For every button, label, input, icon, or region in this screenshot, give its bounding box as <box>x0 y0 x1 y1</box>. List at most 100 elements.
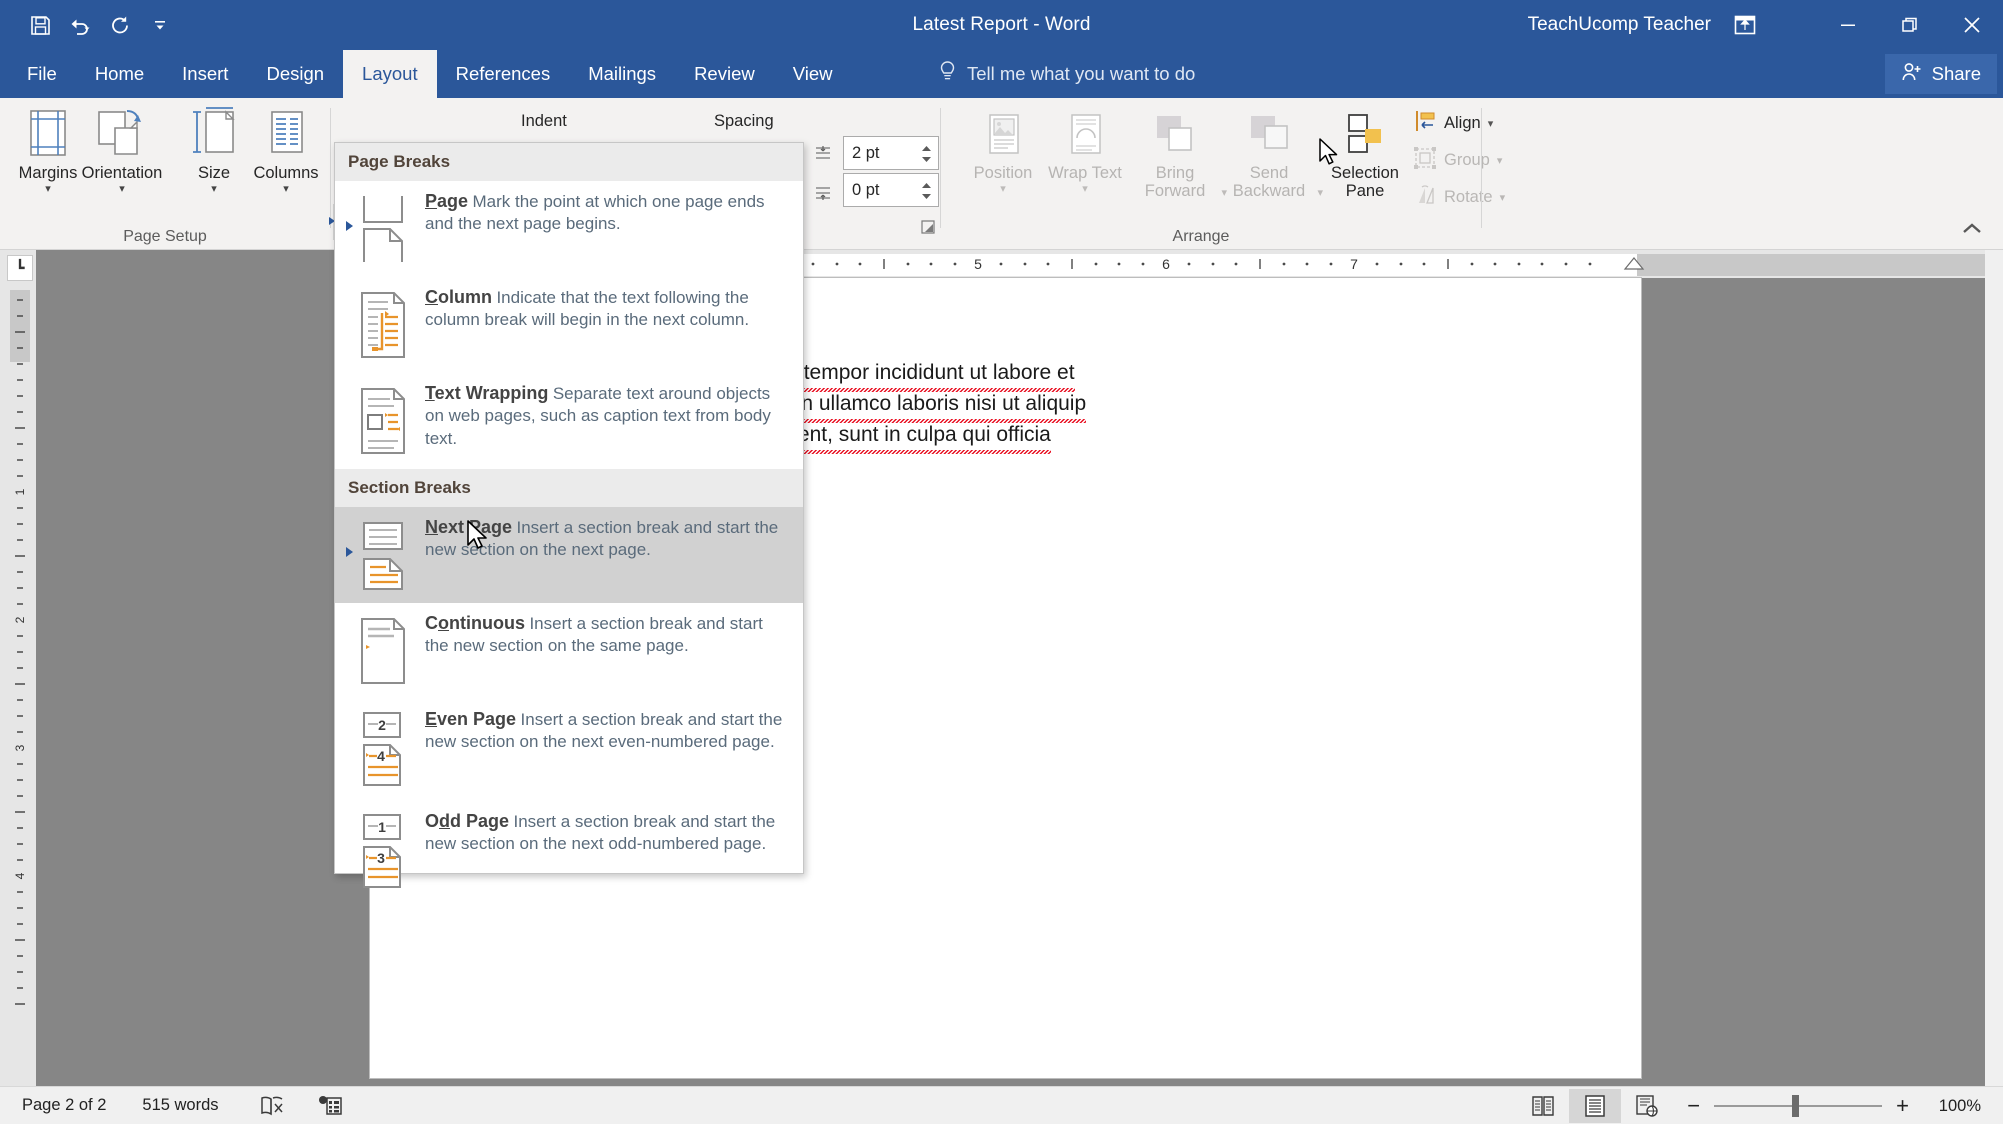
rotate-button[interactable]: Rotate ▾ <box>1407 182 1511 212</box>
svg-text:3: 3 <box>13 744 27 751</box>
orientation-icon <box>93 104 151 160</box>
page-break-icon <box>347 191 419 265</box>
zoom-slider[interactable] <box>1714 1089 1882 1123</box>
orientation-button[interactable]: Orientation ▾ <box>76 104 168 216</box>
selection-pane-button[interactable]: Selection Pane <box>1319 104 1411 216</box>
menu-item-even-page[interactable]: 2 4 Even Page Insert a section break and… <box>335 699 803 801</box>
menu-item-page-desc: Mark the point at which one page ends an… <box>425 192 765 233</box>
paragraph-dialog-launcher[interactable] <box>919 218 939 238</box>
continuous-break-icon <box>347 613 419 687</box>
bring-forward-label: Bring Forward <box>1129 165 1221 201</box>
macro-recording-icon[interactable] <box>299 1087 357 1124</box>
tab-insert[interactable]: Insert <box>163 50 247 98</box>
group-icon <box>1413 146 1437 175</box>
spacing-after-input[interactable]: 0 pt <box>843 173 939 207</box>
vertical-scrollbar[interactable] <box>1985 250 2003 1086</box>
minimize-button[interactable] <box>1817 0 1879 50</box>
columns-label: Columns <box>253 165 318 183</box>
rotate-label: Rotate <box>1444 188 1493 207</box>
columns-icon <box>262 104 310 160</box>
spacing-after-value: 0 pt <box>844 181 880 200</box>
next-page-break-icon <box>347 517 419 591</box>
spacing-before-input[interactable]: 2 pt <box>843 136 939 170</box>
zoom-in-button[interactable]: + <box>1882 1087 1923 1124</box>
svg-text:2: 2 <box>378 717 386 733</box>
orientation-caret-icon[interactable]: ▾ <box>119 184 125 196</box>
section-breaks-section-header: Section Breaks <box>335 469 803 507</box>
spacing-header: Spacing <box>714 112 774 131</box>
word-count[interactable]: 515 words <box>120 1087 232 1124</box>
position-button[interactable]: Position ▾ <box>957 104 1049 216</box>
ribbon-tabs: File Home Insert Design Layout Reference… <box>8 50 852 98</box>
svg-text:1: 1 <box>13 488 27 495</box>
tell-me-box[interactable]: Tell me what you want to do <box>938 50 1195 98</box>
group-caret-icon[interactable]: ▾ <box>1497 154 1503 167</box>
tab-review[interactable]: Review <box>675 50 774 98</box>
send-backward-button[interactable]: Send Backward ▾ <box>1223 104 1315 216</box>
margins-label: Margins <box>19 165 78 183</box>
menu-item-next-page[interactable]: Next Page Insert a section break and sta… <box>335 507 803 603</box>
columns-caret-icon[interactable]: ▾ <box>283 184 289 196</box>
rotate-caret-icon[interactable]: ▾ <box>1500 191 1506 204</box>
proofing-errors-icon[interactable] <box>233 1087 299 1124</box>
page-breaks-section-header: Page Breaks <box>335 143 803 181</box>
wrap-text-button[interactable]: Wrap Text ▾ <box>1039 104 1131 216</box>
columns-button[interactable]: Columns ▾ <box>240 104 332 216</box>
align-caret-icon[interactable]: ▾ <box>1488 117 1494 130</box>
print-layout-icon[interactable] <box>1569 1089 1621 1123</box>
page-bullet-icon <box>346 221 353 231</box>
zoom-level[interactable]: 100% <box>1923 1097 2003 1116</box>
menu-item-page[interactable]: Page Mark the point at which one page en… <box>335 181 803 277</box>
bring-forward-button[interactable]: Bring Forward ▾ <box>1129 104 1221 216</box>
next-page-bullet-icon <box>346 547 353 557</box>
page-indicator[interactable]: Page 2 of 2 <box>0 1087 120 1124</box>
zoom-slider-thumb[interactable] <box>1792 1095 1799 1117</box>
svg-text:3: 3 <box>377 850 385 866</box>
menu-item-even-page-title: Even Page <box>425 709 516 729</box>
wrap-text-caret-icon[interactable]: ▾ <box>1082 184 1088 196</box>
menu-item-text-wrapping-title: Text Wrapping <box>425 383 548 403</box>
web-layout-icon[interactable] <box>1621 1089 1673 1123</box>
menu-item-column[interactable]: Column Indicate that the text following … <box>335 277 803 373</box>
menu-item-odd-page[interactable]: 1 3 Odd Page Insert a section break and … <box>335 801 803 903</box>
align-label: Align <box>1444 114 1481 133</box>
close-button[interactable] <box>1941 0 2003 50</box>
group-button[interactable]: Group ▾ <box>1407 145 1508 175</box>
tab-view[interactable]: View <box>774 50 852 98</box>
send-backward-label: Send Backward <box>1223 165 1315 201</box>
align-button[interactable]: Align ▾ <box>1407 108 1499 138</box>
menu-item-text-wrapping[interactable]: Text Wrapping Separate text around objec… <box>335 373 803 469</box>
zoom-out-button[interactable]: − <box>1673 1087 1714 1124</box>
tab-design[interactable]: Design <box>247 50 343 98</box>
selection-pane-label: Selection Pane <box>1319 165 1411 201</box>
menu-item-page-title: Page <box>425 191 468 211</box>
collapse-ribbon-button[interactable] <box>1955 215 1989 243</box>
tab-stop-selector-button[interactable]: ┗ <box>7 255 33 281</box>
spacing-after-icon <box>813 182 833 207</box>
text-wrapping-break-icon <box>347 383 419 457</box>
tab-layout[interactable]: Layout <box>343 50 437 98</box>
ribbon: Margins ▾ Orientation ▾ Size ▾ <box>0 98 2003 250</box>
account-name[interactable]: TeachUcomp Teacher <box>1528 0 1711 50</box>
vertical-ruler[interactable]: 1 2 3 4 <box>10 290 30 1050</box>
size-icon <box>189 104 239 160</box>
tab-home[interactable]: Home <box>76 50 163 98</box>
margins-caret-icon[interactable]: ▾ <box>45 184 51 196</box>
position-caret-icon[interactable]: ▾ <box>1000 184 1006 196</box>
size-caret-icon[interactable]: ▾ <box>211 184 217 196</box>
wrap-text-label: Wrap Text <box>1048 165 1122 183</box>
maximize-restore-button[interactable] <box>1879 0 1941 50</box>
share-label: Share <box>1932 63 1981 85</box>
svg-text:4: 4 <box>13 872 27 879</box>
ribbon-display-options-icon[interactable] <box>1725 10 1765 40</box>
spacing-before-icon <box>813 144 833 169</box>
read-mode-icon[interactable] <box>1517 1089 1569 1123</box>
tab-file[interactable]: File <box>8 50 76 98</box>
share-button[interactable]: Share <box>1885 54 1997 94</box>
spacing-after-stepper[interactable] <box>918 174 934 208</box>
tab-references[interactable]: References <box>437 50 570 98</box>
menu-item-continuous[interactable]: Continuous Insert a section break and st… <box>335 603 803 699</box>
breaks-dropdown-menu: Page Breaks Page Mark the point at which… <box>334 142 804 874</box>
spacing-before-stepper[interactable] <box>918 137 934 171</box>
tab-mailings[interactable]: Mailings <box>569 50 675 98</box>
